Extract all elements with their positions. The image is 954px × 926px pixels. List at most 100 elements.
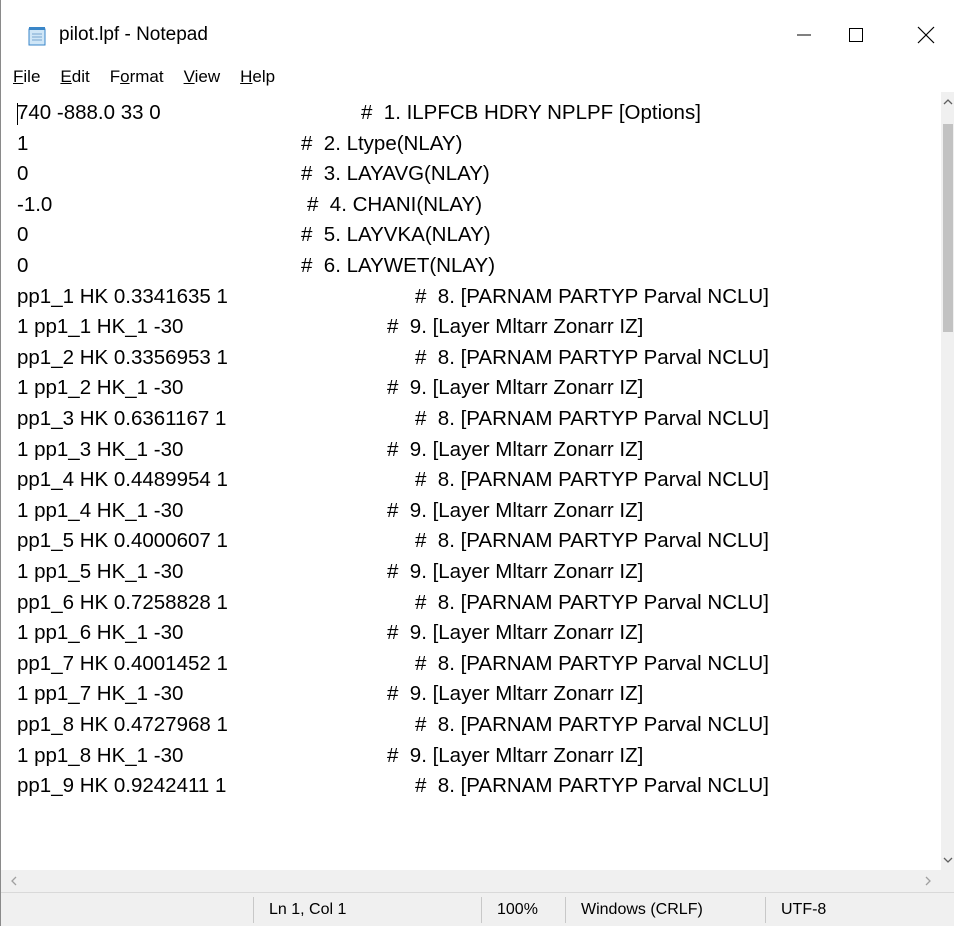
line-values: 1 pp1_1 HK_1 -30 [17,315,184,339]
line-values: 740 -888.0 33 0 [17,101,161,124]
line-values: pp1_4 HK 0.4489954 1 [17,468,228,492]
line-values: 0 [17,223,29,247]
line-comment: # 6. LAYWET(NLAY) [301,254,496,277]
line-comment: # 5. LAYVKA(NLAY) [301,223,491,247]
line-values: pp1_9 HK 0.9242411 1 [17,774,227,798]
line-values: pp1_3 HK 0.6361167 1 [17,407,227,430]
text-line: pp1_7 HK 0.4001452 1 # 8. [PARNAM PARTYP … [17,649,769,679]
line-comment: # 8. [PARNAM PARTYP Parval NCLU] [415,590,769,614]
line-comment: # 3. LAYAVG(NLAY) [301,162,490,186]
line-values: pp1_5 HK 0.4000607 1 [17,529,228,553]
line-values: pp1_1 HK 0.3341635 1 [17,284,228,308]
scroll-right-button[interactable] [917,870,939,892]
text-line: pp1_8 HK 0.4727968 1 # 8. [PARNAM PARTYP … [17,710,769,740]
line-comment: # 9. [Layer Mltarr Zonarr IZ] [387,376,644,400]
text-line: 0 # 6. LAYWET(NLAY) [17,251,495,281]
text-line: 0 # 3. LAYAVG(NLAY) [17,159,490,189]
maximize-icon [849,28,863,42]
text-line: 1 pp1_7 HK_1 -30 # 9. [Layer Mltarr Zonar… [17,679,643,709]
horizontal-scrollbar[interactable] [1,870,941,892]
line-ending: Windows (CRLF) [581,901,703,918]
text-line: pp1_9 HK 0.9242411 1 # 8. [PARNAM PARTYP … [17,771,769,801]
line-values: pp1_8 HK 0.4727968 1 [17,713,228,736]
line-comment: # 2. Ltype(NLAY) [301,131,463,155]
line-values: pp1_6 HK 0.7258828 1 [17,590,228,614]
line-comment: # 8. [PARNAM PARTYP Parval NCLU] [415,529,769,553]
scroll-down-button[interactable] [941,850,954,870]
line-comment: # 9. [Layer Mltarr Zonarr IZ] [387,437,644,461]
notepad-app-icon[interactable] [27,26,47,46]
line-comment: # 9. [Layer Mltarr Zonarr IZ] [387,560,644,583]
line-comment: # 9. [Layer Mltarr Zonarr IZ] [387,498,644,522]
text-line: pp1_2 HK 0.3356953 1 # 8. [PARNAM PARTYP … [17,343,769,373]
menu-view[interactable]: View [174,62,231,92]
text-line: 1 # 2. Ltype(NLAY) [17,129,462,159]
chevron-left-icon [11,876,17,886]
window-title: pilot.lpf - Notepad [59,24,208,45]
text-line: 1 pp1_8 HK_1 -30 # 9. [Layer Mltarr Zonar… [17,741,643,771]
chevron-right-icon [925,876,931,886]
text-line: 0 # 5. LAYVKA(NLAY) [17,220,491,250]
text-editor[interactable]: 740 -888.0 33 0 # 1. ILPFCB HDRY NPLPF [O… [1,92,941,870]
scrollbar-corner [941,870,954,892]
minimize-icon [797,34,811,36]
text-line: pp1_3 HK 0.6361167 1 # 8. [PARNAM PARTYP … [17,404,769,434]
line-values: -1.0 [17,192,53,216]
text-line: 1 pp1_4 HK_1 -30 # 9. [Layer Mltarr Zonar… [17,496,643,526]
menu-file[interactable]: File [1,62,50,92]
cursor-position: Ln 1, Col 1 [269,901,347,918]
line-values: 1 pp1_5 HK_1 -30 [17,560,184,583]
status-separator [253,897,254,923]
notepad-window: pilot.lpf - Notepad File Edit Format Vie… [0,0,954,926]
menu-help[interactable]: Help [230,62,285,92]
line-values: 1 pp1_6 HK_1 -30 [17,621,184,645]
line-values: 1 pp1_7 HK_1 -30 [17,682,184,706]
status-separator [565,897,566,923]
text-line: pp1_1 HK 0.3341635 1 # 8. [PARNAM PARTYP … [17,282,769,312]
line-comment: # 8. [PARNAM PARTYP Parval NCLU] [415,774,769,798]
vertical-scroll-thumb[interactable] [943,124,953,332]
line-values: 0 [17,162,29,186]
line-comment: # 9. [Layer Mltarr Zonarr IZ] [387,315,644,339]
text-line: -1.0 # 4. CHANI(NLAY) [17,190,482,220]
menu-edit[interactable]: Edit [50,62,99,92]
text-line: pp1_5 HK 0.4000607 1 # 8. [PARNAM PARTYP … [17,526,769,556]
line-values: 1 pp1_2 HK_1 -30 [17,376,184,400]
encoding: UTF-8 [781,901,827,918]
line-comment: # 9. [Layer Mltarr Zonarr IZ] [387,621,644,645]
text-line: 1 pp1_1 HK_1 -30 # 9. [Layer Mltarr Zonar… [17,312,643,342]
line-values: pp1_2 HK 0.3356953 1 [17,345,228,369]
chevron-up-icon [943,99,953,105]
line-values: 1 pp1_3 HK_1 -30 [17,437,184,461]
line-comment: # 8. [PARNAM PARTYP Parval NCLU] [415,713,769,736]
close-icon [917,26,935,44]
close-button[interactable] [897,10,954,60]
line-comment: # 8. [PARNAM PARTYP Parval NCLU] [415,651,769,675]
menu-bar: File Edit Format View Help [1,62,954,92]
line-values: 0 [17,254,29,277]
line-comment: # 4. CHANI(NLAY) [307,192,483,216]
status-separator [765,897,766,923]
text-line: 1 pp1_3 HK_1 -30 # 9. [Layer Mltarr Zonar… [17,435,643,465]
line-comment: # 8. [PARNAM PARTYP Parval NCLU] [415,284,769,308]
line-comment: # 8. [PARNAM PARTYP Parval NCLU] [415,468,769,492]
vertical-scrollbar[interactable] [941,92,954,870]
line-values: 1 [17,131,29,155]
text-line: 1 pp1_2 HK_1 -30 # 9. [Layer Mltarr Zonar… [17,373,643,403]
line-comment: # 9. [Layer Mltarr Zonarr IZ] [387,682,644,706]
status-bar: Ln 1, Col 1 100% Windows (CRLF) UTF-8 [1,892,954,926]
zoom-level: 100% [497,901,538,918]
text-line: 1 pp1_5 HK_1 -30 # 9. [Layer Mltarr Zonar… [17,557,643,587]
text-line: pp1_4 HK 0.4489954 1 # 8. [PARNAM PARTYP … [17,465,769,495]
text-line: 740 -888.0 33 0 # 1. ILPFCB HDRY NPLPF [O… [17,98,701,128]
text-line: 1 pp1_6 HK_1 -30 # 9. [Layer Mltarr Zonar… [17,618,643,648]
text-line: pp1_6 HK 0.7258828 1 # 8. [PARNAM PARTYP … [17,588,769,618]
maximize-button[interactable] [827,10,885,60]
scroll-left-button[interactable] [3,870,25,892]
minimize-button[interactable] [775,10,833,60]
scroll-up-button[interactable] [941,92,954,112]
menu-format[interactable]: Format [100,62,174,92]
line-comment: # 8. [PARNAM PARTYP Parval NCLU] [415,345,769,369]
title-bar[interactable]: pilot.lpf - Notepad [1,0,954,62]
line-values: pp1_7 HK 0.4001452 1 [17,651,228,675]
